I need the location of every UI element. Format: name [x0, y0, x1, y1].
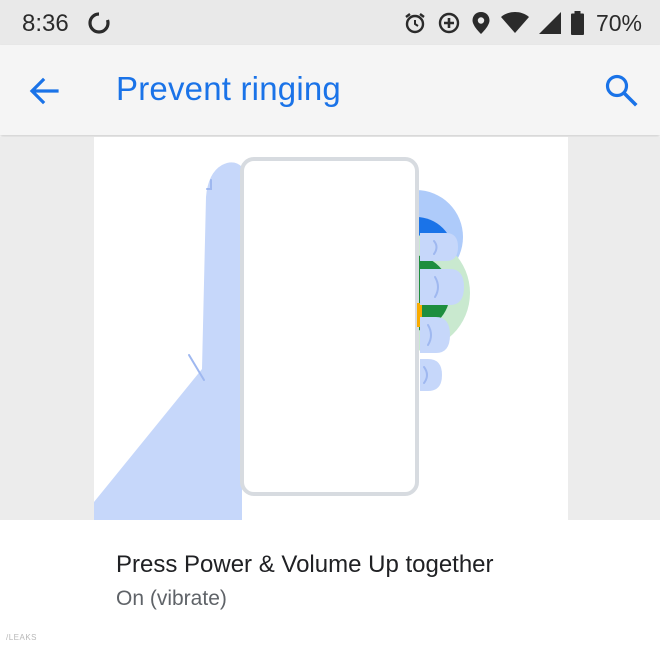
sync-icon [88, 11, 110, 34]
status-icons: 70% [403, 9, 642, 37]
hand-arm [94, 162, 242, 520]
location-icon [472, 12, 490, 34]
data-saver-icon [438, 12, 460, 34]
search-icon [605, 74, 638, 107]
prevent-ringing-setting[interactable]: Press Power & Volume Up together On (vib… [0, 520, 660, 652]
back-button[interactable] [26, 73, 62, 109]
battery-percent: 70% [595, 9, 642, 36]
setting-summary: On (vibrate) [116, 587, 227, 610]
gesture-illustration [94, 137, 568, 520]
status-bar: 8:36 70% [0, 0, 660, 45]
app-bar: Prevent ringing [0, 45, 660, 135]
finger-4 [420, 359, 442, 391]
wifi-icon [500, 12, 529, 33]
page-title: Prevent ringing [116, 70, 341, 107]
setting-title: Press Power & Volume Up together [116, 551, 494, 578]
status-time: 8:36 [22, 10, 69, 37]
finger-2 [420, 269, 464, 305]
alarm-icon [405, 13, 425, 34]
arrow-back-icon [29, 77, 59, 105]
finger-1 [420, 233, 458, 261]
phone-outline [240, 157, 419, 496]
search-button[interactable] [602, 71, 640, 109]
cell-signal-icon [538, 12, 561, 34]
watermark: /LEAKS [6, 633, 38, 642]
finger-3 [420, 317, 450, 353]
battery-icon [570, 11, 584, 35]
